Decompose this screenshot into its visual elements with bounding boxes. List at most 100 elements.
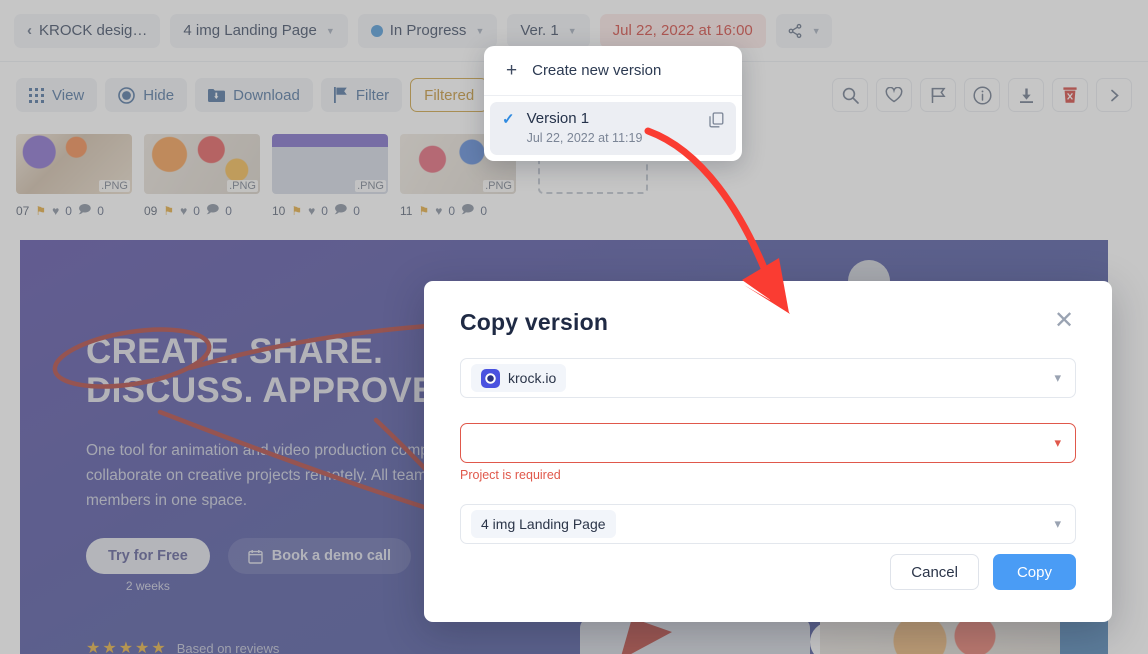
filter-label: Filter <box>355 86 390 104</box>
hero-cta-row: Try for Free 2 weeks Book a demo call <box>86 538 412 593</box>
version-selector[interactable]: Ver. 1 ▼ <box>507 13 590 48</box>
book-demo-button[interactable]: Book a demo call <box>227 538 412 574</box>
download-button[interactable]: Download <box>195 78 313 112</box>
thumbnail-meta: 10 ⚑ ♥ 0 🗩 0 <box>272 200 388 221</box>
try-for-free-label: Try for Free <box>108 548 188 564</box>
delete-icon-button[interactable] <box>1052 78 1088 112</box>
project-select[interactable]: ▾ <box>460 423 1076 463</box>
star-rating-icon: ★★★★★ <box>86 640 168 654</box>
cancel-button[interactable]: Cancel <box>890 554 979 590</box>
create-new-version-label: Create new version <box>532 62 662 79</box>
project-label: 4 img Landing Page <box>183 22 317 39</box>
chevron-down-icon: ▼ <box>567 25 577 36</box>
flag-icon[interactable]: ⚑ <box>163 204 174 218</box>
try-for-free-button[interactable]: Try for Free <box>86 538 210 574</box>
hide-label: Hide <box>143 86 175 104</box>
thumbnail-image[interactable]: .PNG <box>272 134 388 194</box>
target-chip: 4 img Landing Page <box>471 510 616 538</box>
target-select[interactable]: 4 img Landing Page ▾ <box>460 504 1076 544</box>
flag-icon-button[interactable] <box>920 78 956 112</box>
hide-button[interactable]: Hide <box>105 78 188 112</box>
download-icon-button[interactable] <box>1008 78 1044 112</box>
info-icon <box>972 85 992 105</box>
filtered-label: Filtered <box>424 86 475 104</box>
heart-icon: ♥ <box>52 203 60 218</box>
copy-button[interactable]: Copy <box>992 554 1076 590</box>
back-to-project-button[interactable]: ‹ KROCK desig… <box>14 13 161 48</box>
chevron-right-icon <box>1110 89 1119 101</box>
list-item[interactable]: .PNG 09 ⚑ ♥ 0 🗩 0 <box>144 134 260 221</box>
flag-icon[interactable]: ⚑ <box>418 204 429 218</box>
item-number: 10 <box>272 203 286 218</box>
copy-label: Copy <box>1016 563 1052 581</box>
filtered-badge[interactable]: Filtered <box>410 78 489 112</box>
comment-icon: 🗩 <box>205 202 220 216</box>
due-date-badge[interactable]: Jul 22, 2022 at 16:00 <box>599 13 766 48</box>
comment-count: 0 <box>97 203 104 218</box>
status-dot-icon <box>370 24 383 37</box>
view-label: View <box>52 86 85 104</box>
modal-title: Copy version <box>460 309 609 335</box>
grid-icon <box>29 87 44 103</box>
item-number: 11 <box>400 203 413 218</box>
flag-icon[interactable]: ⚑ <box>35 204 46 218</box>
close-icon[interactable]: ✕ <box>1052 309 1076 333</box>
filter-button[interactable]: Filter <box>320 78 403 112</box>
favorite-icon-button[interactable] <box>876 78 912 112</box>
download-icon <box>1019 88 1033 103</box>
comment-count: 0 <box>480 203 488 218</box>
chevron-down-icon: ▼ <box>811 25 821 36</box>
chevron-down-icon: ▼ <box>475 25 485 36</box>
check-icon: ✓ <box>502 111 515 128</box>
try-for-free-wrap: Try for Free 2 weeks <box>86 538 210 593</box>
heart-icon <box>885 87 903 103</box>
project-selector[interactable]: 4 img Landing Page ▼ <box>170 13 348 48</box>
heart-icon: ♥ <box>180 203 188 218</box>
copy-version-modal: Copy version ✕ krock.io ▾ ▾ Project is r… <box>424 281 1112 622</box>
version-menu-item[interactable]: ✓ Version 1 Jul 22, 2022 at 11:19 <box>490 102 736 155</box>
project-error-message: Project is required <box>460 468 561 482</box>
cancel-label: Cancel <box>911 563 958 581</box>
reviews-row: ★★★★★ Based on reviews <box>86 638 279 654</box>
workspace-select[interactable]: krock.io ▾ <box>460 358 1076 398</box>
thumbnail-meta: 11 ⚑ ♥ 0 🗩 0 <box>400 200 516 221</box>
thumbnail-meta: 07 ⚑ ♥ 0 🗩 0 <box>16 200 132 221</box>
file-ext-label: .PNG <box>227 180 258 192</box>
download-folder-icon <box>208 88 226 103</box>
info-icon-button[interactable] <box>964 78 1000 112</box>
share-button[interactable]: ▼ <box>775 13 832 48</box>
create-new-version-item[interactable]: + Create new version <box>484 46 742 96</box>
item-number: 07 <box>16 203 30 218</box>
circle-icon <box>118 86 136 104</box>
file-ext-label: .PNG <box>99 180 130 192</box>
thumbnail-image[interactable]: .PNG <box>144 134 260 194</box>
file-ext-label: .PNG <box>355 180 386 192</box>
flag-icon[interactable]: ⚑ <box>291 204 302 218</box>
share-icon <box>788 23 802 38</box>
copy-version-icon[interactable] <box>709 112 724 133</box>
version-item-text: Version 1 Jul 22, 2022 at 11:19 <box>527 110 643 145</box>
chevron-down-icon: ▾ <box>1054 370 1061 385</box>
delete-icon <box>1063 87 1077 103</box>
reviews-label: Based on reviews <box>176 640 280 654</box>
hero-mockup-card <box>580 618 810 654</box>
chevron-down-icon: ▾ <box>1054 516 1061 531</box>
target-value: 4 img Landing Page <box>481 516 606 532</box>
flag-icon <box>333 87 348 103</box>
flag-icon <box>931 87 946 103</box>
search-icon-button[interactable] <box>832 78 868 112</box>
krock-logo-icon <box>481 368 500 388</box>
version-label: Ver. 1 <box>520 22 559 39</box>
modal-actions: Cancel Copy <box>890 554 1076 590</box>
list-item[interactable]: .PNG 07 ⚑ ♥ 0 🗩 0 <box>16 134 132 221</box>
next-icon-button[interactable] <box>1096 78 1132 112</box>
hero-title-line1: CREATE. SHARE. <box>86 332 384 371</box>
view-button[interactable]: View <box>16 78 98 112</box>
thumbnail-image[interactable]: .PNG <box>16 134 132 194</box>
status-selector[interactable]: In Progress ▼ <box>357 13 498 48</box>
back-label: KROCK desig… <box>39 22 148 39</box>
version-dropdown-menu[interactable]: + Create new version ✓ Version 1 Jul 22,… <box>484 46 742 161</box>
list-item[interactable]: .PNG 10 ⚑ ♥ 0 🗩 0 <box>272 134 388 221</box>
item-number: 09 <box>144 203 158 218</box>
comment-icon: 🗩 <box>333 202 348 216</box>
